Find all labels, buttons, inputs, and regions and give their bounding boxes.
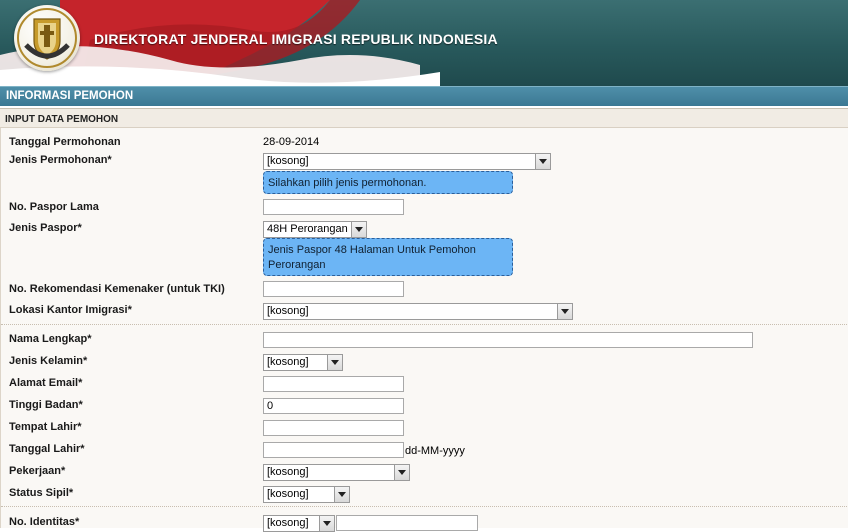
site-header: DIREKTORAT JENDERAL IMIGRASI REPUBLIK IN… <box>0 0 848 86</box>
alamat-email-input[interactable] <box>263 376 404 392</box>
tanggal-permohonan-value: 28-09-2014 <box>263 136 320 148</box>
no-identitas-input[interactable] <box>336 515 478 531</box>
jenis-paspor-selected: 48H Perorangan <box>267 223 348 235</box>
label-nama-lengkap: Nama Lengkap* <box>9 333 92 345</box>
chevron-down-icon[interactable] <box>394 465 409 480</box>
lokasi-kantor-selected: [kosong] <box>267 305 309 317</box>
status-sipil-select[interactable]: [kosong] <box>263 486 350 503</box>
label-alamat-email: Alamat Email* <box>9 377 83 389</box>
tempat-lahir-input[interactable] <box>263 420 404 436</box>
label-tanggal-lahir: Tanggal Lahir* <box>9 443 85 455</box>
label-jenis-permohonan: Jenis Permohonan* <box>9 154 112 166</box>
jenis-permohonan-selected: [kosong] <box>267 155 309 167</box>
section-subheading: INPUT DATA PEMOHON <box>0 108 848 128</box>
section-bar: INFORMASI PEMOHON <box>0 86 848 106</box>
section-divider <box>1 324 848 325</box>
no-paspor-lama-input[interactable] <box>263 199 404 215</box>
jenis-kelamin-select[interactable]: [kosong] <box>263 354 343 371</box>
chevron-down-icon[interactable] <box>319 516 334 531</box>
label-tinggi-badan: Tinggi Badan* <box>9 399 83 411</box>
header-title: DIREKTORAT JENDERAL IMIGRASI REPUBLIK IN… <box>94 31 498 47</box>
label-tanggal-permohonan: Tanggal Permohonan <box>9 136 121 148</box>
jenis-paspor-tooltip: Jenis Paspor 48 Halaman Untuk Pemohon Pe… <box>263 238 513 276</box>
no-rekomendasi-input[interactable] <box>263 281 404 297</box>
tanggal-lahir-input[interactable] <box>263 442 404 458</box>
label-no-rekomendasi: No. Rekomendasi Kemenaker (untuk TKI) <box>9 283 225 295</box>
label-lokasi-kantor: Lokasi Kantor Imigrasi* <box>9 304 132 316</box>
jenis-kelamin-selected: [kosong] <box>267 356 309 368</box>
date-format-hint: dd-MM-yyyy <box>405 445 465 457</box>
no-identitas-type-select[interactable]: [kosong] <box>263 515 335 532</box>
chevron-down-icon[interactable] <box>334 487 349 502</box>
label-status-sipil: Status Sipil* <box>9 487 74 499</box>
jenis-permohonan-select[interactable]: [kosong] <box>263 153 551 170</box>
jenis-paspor-select[interactable]: 48H Perorangan <box>263 221 367 238</box>
label-no-paspor-lama: No. Paspor Lama <box>9 201 99 213</box>
section-divider <box>1 506 848 507</box>
imigrasi-logo <box>14 5 80 71</box>
pekerjaan-selected: [kosong] <box>267 466 309 478</box>
nama-lengkap-input[interactable] <box>263 332 753 348</box>
label-pekerjaan: Pekerjaan* <box>9 465 66 477</box>
jenis-permohonan-tooltip: Silahkan pilih jenis permohonan. <box>263 171 513 194</box>
label-no-identitas: No. Identitas* <box>9 516 80 528</box>
pekerjaan-select[interactable]: [kosong] <box>263 464 410 481</box>
applicant-form: Tanggal Permohonan 28-09-2014 Jenis Perm… <box>0 128 848 532</box>
status-sipil-selected: [kosong] <box>267 488 309 500</box>
tinggi-badan-input[interactable] <box>263 398 404 414</box>
chevron-down-icon[interactable] <box>327 355 342 370</box>
label-tempat-lahir: Tempat Lahir* <box>9 421 82 433</box>
chevron-down-icon[interactable] <box>535 154 550 169</box>
label-jenis-paspor: Jenis Paspor* <box>9 222 82 234</box>
lokasi-kantor-select[interactable]: [kosong] <box>263 303 573 320</box>
no-identitas-selected: [kosong] <box>267 517 309 529</box>
chevron-down-icon[interactable] <box>557 304 572 319</box>
label-jenis-kelamin: Jenis Kelamin* <box>9 355 88 367</box>
chevron-down-icon[interactable] <box>351 222 366 237</box>
